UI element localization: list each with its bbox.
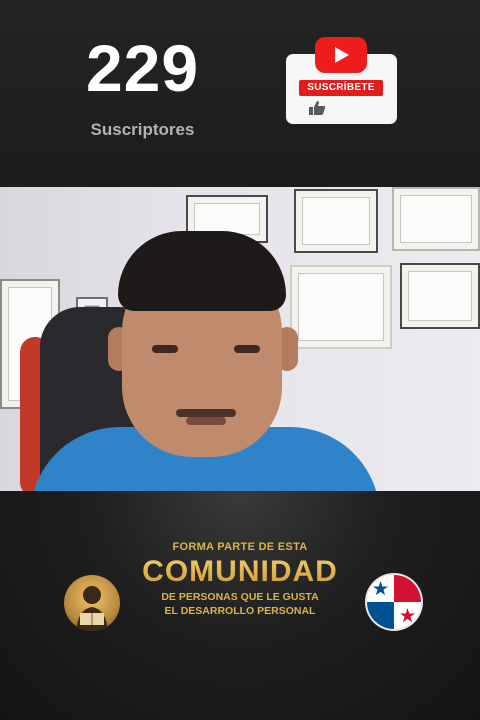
- thumbs-up-icon[interactable]: [308, 100, 326, 116]
- wall-certificate: [400, 263, 480, 329]
- panama-flag-icon: [367, 575, 421, 629]
- promo-line-1: FORMA PARTE DE ESTA: [172, 541, 308, 553]
- promo-line-4: EL DESARROLLO PERSONAL: [164, 605, 316, 617]
- promo-line-3: DE PERSONAS QUE LE GUSTA: [161, 591, 319, 603]
- promo-title: COMUNIDAD: [130, 554, 350, 590]
- person-hair: [118, 231, 286, 311]
- person-eye: [234, 345, 260, 353]
- wall-certificate: [392, 187, 480, 251]
- person-mustache: [176, 409, 236, 417]
- subscriber-count: 229: [85, 31, 200, 105]
- subscriber-label: Suscriptores: [90, 120, 195, 139]
- community-promo: FORMA PARTE DE ESTA COMUNIDAD DE PERSONA…: [130, 540, 350, 618]
- person-mouth: [186, 417, 226, 425]
- wall-certificate: [294, 189, 378, 253]
- subscribe-button[interactable]: SUSCRÍBETE: [299, 80, 383, 96]
- wall-certificate: [290, 265, 392, 349]
- person-eye: [152, 345, 178, 353]
- reading-person-avatar: [64, 575, 120, 631]
- webcam-video: [0, 187, 480, 491]
- youtube-logo-icon: [315, 37, 367, 73]
